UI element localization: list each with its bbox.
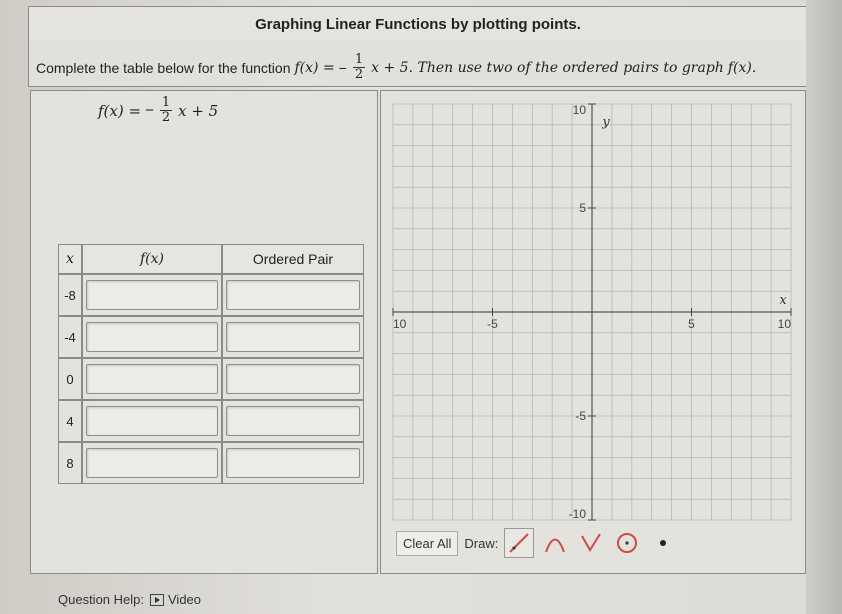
prompt-denominator: 2 bbox=[354, 67, 364, 82]
ordered-pair-input[interactable] bbox=[226, 406, 360, 436]
x-tick-label-10: 10 bbox=[778, 317, 792, 331]
fx-input[interactable] bbox=[86, 322, 218, 352]
y-axis-label: y bbox=[601, 115, 610, 130]
draw-label: Draw: bbox=[464, 535, 499, 551]
fx-input[interactable] bbox=[86, 406, 218, 436]
play-icon bbox=[150, 593, 164, 606]
question-help: Question Help: Video bbox=[58, 592, 201, 607]
graph-toolbar: Clear All Draw: bbox=[396, 528, 678, 558]
x-tick-label-neg5: -5 bbox=[487, 317, 498, 331]
prompt-fraction: 1 2 bbox=[352, 52, 366, 82]
fx-input[interactable] bbox=[86, 448, 218, 478]
ordered-pair-input[interactable] bbox=[226, 280, 360, 310]
video-label: Video bbox=[168, 592, 202, 607]
table-header-row: x f(x) Ordered Pair bbox=[58, 244, 364, 274]
question-help-label: Question Help: bbox=[58, 592, 144, 607]
circle-tool-icon[interactable] bbox=[612, 528, 642, 558]
x-value: -4 bbox=[58, 316, 82, 358]
table-row: -4 bbox=[58, 316, 364, 358]
function-table: x f(x) Ordered Pair -8 -4 0 4 8 bbox=[58, 244, 364, 484]
title-bar: Graphing Linear Functions by plotting po… bbox=[28, 6, 808, 42]
line-tool-icon[interactable] bbox=[504, 528, 535, 558]
coordinate-grid[interactable]: x y 10 -5 5 10 10 5 -5 -10 bbox=[383, 94, 801, 530]
header-ordered-pair: Ordered Pair bbox=[222, 244, 364, 274]
formula-rhs: x + 5 bbox=[178, 101, 219, 120]
ordered-pair-input[interactable] bbox=[226, 322, 360, 352]
prompt-end: f(x). bbox=[727, 59, 757, 76]
table-row: -8 bbox=[58, 274, 364, 316]
fx-input[interactable] bbox=[86, 280, 218, 310]
prompt-sign: − bbox=[338, 59, 347, 76]
x-value: 8 bbox=[58, 442, 82, 484]
fx-input[interactable] bbox=[86, 364, 218, 394]
parabola-tool-icon[interactable] bbox=[540, 528, 570, 558]
prompt-tail: x + 5. Then use two of the ordered pairs… bbox=[371, 59, 724, 76]
x-tick-label-neg10: 10 bbox=[393, 317, 407, 331]
y-tick-label-neg5: -5 bbox=[575, 409, 586, 423]
ordered-pair-input[interactable] bbox=[226, 448, 360, 478]
header-fx: f(x) bbox=[82, 244, 222, 274]
y-tick-label-neg10: -10 bbox=[569, 507, 587, 521]
x-value: 4 bbox=[58, 400, 82, 442]
screen-edge bbox=[806, 0, 842, 614]
table-row: 4 bbox=[58, 400, 364, 442]
page-title: Graphing Linear Functions by plotting po… bbox=[255, 16, 581, 33]
formula-numerator: 1 bbox=[159, 95, 173, 111]
absolute-value-tool-icon[interactable] bbox=[576, 528, 606, 558]
prompt-lead: Complete the table below for the functio… bbox=[36, 59, 291, 76]
question-prompt: Complete the table below for the functio… bbox=[28, 40, 808, 87]
x-tick-label-5: 5 bbox=[688, 317, 695, 331]
video-link[interactable]: Video bbox=[150, 592, 201, 607]
prompt-func: f(x) = bbox=[294, 59, 335, 76]
prompt-numerator: 1 bbox=[352, 52, 366, 68]
formula-sign: − bbox=[145, 102, 154, 119]
formula-denominator: 2 bbox=[161, 110, 171, 125]
table-row: 8 bbox=[58, 442, 364, 484]
function-formula: f(x) = − 1 2 x + 5 bbox=[98, 96, 218, 125]
x-value: 0 bbox=[58, 358, 82, 400]
table-row: 0 bbox=[58, 358, 364, 400]
x-value: -8 bbox=[58, 274, 82, 316]
y-tick-label-5: 5 bbox=[579, 201, 586, 215]
y-tick-label-10: 10 bbox=[573, 103, 587, 117]
formula-fraction: 1 2 bbox=[159, 95, 173, 125]
point-tool-icon[interactable] bbox=[648, 528, 678, 558]
header-x: x bbox=[58, 244, 82, 274]
formula-lhs: f(x) = bbox=[98, 101, 142, 120]
clear-all-button[interactable]: Clear All bbox=[396, 530, 459, 556]
x-axis-label: x bbox=[779, 293, 787, 308]
ordered-pair-input[interactable] bbox=[226, 364, 360, 394]
